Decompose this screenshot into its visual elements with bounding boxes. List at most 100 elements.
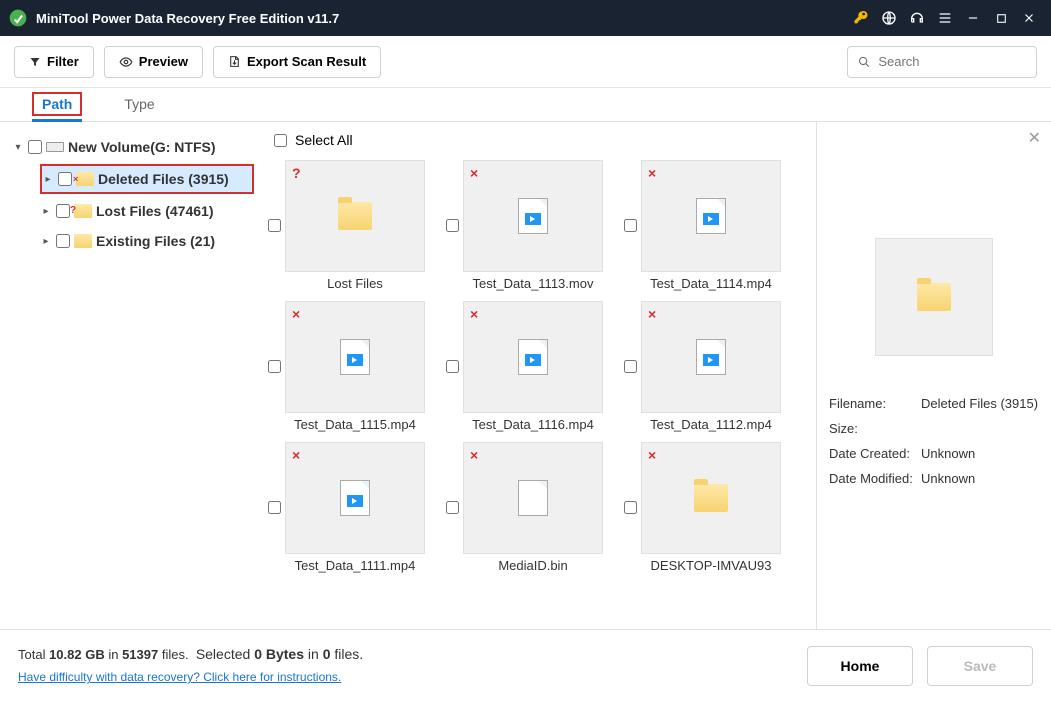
chevron-right-icon[interactable]: ▸ [40,236,52,247]
file-cell[interactable]: ?Lost Files [268,160,438,291]
key-icon[interactable] [847,4,875,32]
headset-icon[interactable] [903,4,931,32]
created-value: Unknown [921,446,975,461]
created-label: Date Created: [829,446,921,461]
file-checkbox[interactable] [446,501,459,514]
save-button[interactable]: Save [927,646,1033,686]
search-icon [858,55,870,69]
status-badge: ? [292,165,301,181]
file-thumb[interactable]: × [285,301,425,413]
file-thumb[interactable]: × [463,301,603,413]
video-file-icon [518,339,548,375]
file-cell[interactable]: × Test_Data_1111.mp4 [268,442,438,573]
toolbar: Filter Preview Export Scan Result [0,36,1051,88]
menu-icon[interactable] [931,4,959,32]
tab-path[interactable]: Path [40,87,74,121]
window-title: MiniTool Power Data Recovery Free Editio… [36,11,847,26]
file-cell[interactable]: × Test_Data_1114.mp4 [624,160,794,291]
file-checkbox[interactable] [446,219,459,232]
export-icon [228,55,241,68]
folder-icon [694,484,728,512]
close-details-icon[interactable]: ✕ [1028,128,1041,148]
video-file-icon [696,198,726,234]
tree-root[interactable]: ▾ New Volume(G: NTFS) [12,132,254,162]
file-checkbox[interactable] [268,360,281,373]
file-name: MediaID.bin [463,558,603,573]
status-badge: × [648,165,656,181]
file-thumb[interactable]: × [641,301,781,413]
file-thumb[interactable]: × [463,442,603,554]
footer-info: Total 10.82 GB in 51397 files. Selected … [18,643,363,689]
status-badge: × [292,306,300,322]
file-cell[interactable]: × Test_Data_1112.mp4 [624,301,794,432]
filter-button[interactable]: Filter [14,46,94,78]
video-file-icon [340,480,370,516]
tree-root-checkbox[interactable] [28,140,42,154]
file-name: DESKTOP-IMVAU93 [641,558,781,573]
select-all-checkbox[interactable] [274,134,287,147]
select-all[interactable]: Select All [274,132,812,148]
file-checkbox[interactable] [268,501,281,514]
status-badge: × [292,447,300,463]
file-thumb[interactable]: × [285,442,425,554]
video-file-icon [696,339,726,375]
chevron-down-icon[interactable]: ▾ [12,142,24,153]
tree-item-existing[interactable]: ▸ Existing Files (21) [12,226,254,256]
size-label: Size: [829,421,921,436]
file-thumb[interactable]: ? [285,160,425,272]
modified-label: Date Modified: [829,471,921,486]
tabs: Path Type [0,88,1051,122]
file-thumb[interactable]: × [641,160,781,272]
footer: Total 10.82 GB in 51397 files. Selected … [0,629,1051,701]
search-input[interactable] [878,54,1026,69]
export-button[interactable]: Export Scan Result [213,46,381,78]
close-icon[interactable] [1015,4,1043,32]
file-thumb[interactable]: × [463,160,603,272]
file-icon [518,480,548,516]
file-checkbox[interactable] [624,219,637,232]
file-cell[interactable]: × Test_Data_1115.mp4 [268,301,438,432]
status-badge: × [470,165,478,181]
file-name: Test_Data_1114.mp4 [641,276,781,291]
titlebar: MiniTool Power Data Recovery Free Editio… [0,0,1051,36]
video-file-icon [340,339,370,375]
file-name: Test_Data_1112.mp4 [641,417,781,432]
maximize-icon[interactable] [987,4,1015,32]
folder-icon [74,234,92,248]
file-name: Test_Data_1113.mov [463,276,603,291]
tree-item-lost[interactable]: ▸ ? Lost Files (47461) [12,196,254,226]
home-button[interactable]: Home [807,646,913,686]
file-cell[interactable]: ×Test_Data_1116.mp4 [446,301,616,432]
file-name: Test_Data_1115.mp4 [285,417,425,432]
filename-value: Deleted Files (3915) [921,396,1038,411]
chevron-right-icon[interactable]: ▸ [42,174,54,185]
tree-checkbox[interactable] [56,234,70,248]
file-checkbox[interactable] [268,219,281,232]
chevron-right-icon[interactable]: ▸ [40,206,52,217]
status-badge: × [648,306,656,322]
minimize-icon[interactable] [959,4,987,32]
file-checkbox[interactable] [624,501,637,514]
file-checkbox[interactable] [624,360,637,373]
search-box[interactable] [847,46,1037,78]
preview-button[interactable]: Preview [104,46,203,78]
drive-icon [46,142,64,152]
file-cell[interactable]: × DESKTOP-IMVAU93 [624,442,794,573]
file-checkbox[interactable] [446,360,459,373]
folder-deleted-icon: × [76,172,94,186]
tree-item-deleted[interactable]: ▸ × Deleted Files (3915) [40,164,254,194]
details-preview [875,238,993,356]
tab-type[interactable]: Type [124,87,154,121]
file-thumb[interactable]: × [641,442,781,554]
tree-checkbox[interactable] [58,172,72,186]
file-grid-panel: Select All ?Lost Files×Test_Data_1113.mo… [258,122,817,629]
folder-icon [917,283,951,311]
file-name: Test_Data_1111.mp4 [285,558,425,573]
file-cell[interactable]: × Test_Data_1113.mov [446,160,616,291]
help-link[interactable]: Have difficulty with data recovery? Clic… [18,670,341,684]
filter-icon [29,56,41,68]
globe-icon[interactable] [875,4,903,32]
file-cell[interactable]: × MediaID.bin [446,442,616,573]
tree-checkbox[interactable] [56,204,70,218]
details-panel: ✕ Filename:Deleted Files (3915) Size: Da… [817,122,1051,629]
